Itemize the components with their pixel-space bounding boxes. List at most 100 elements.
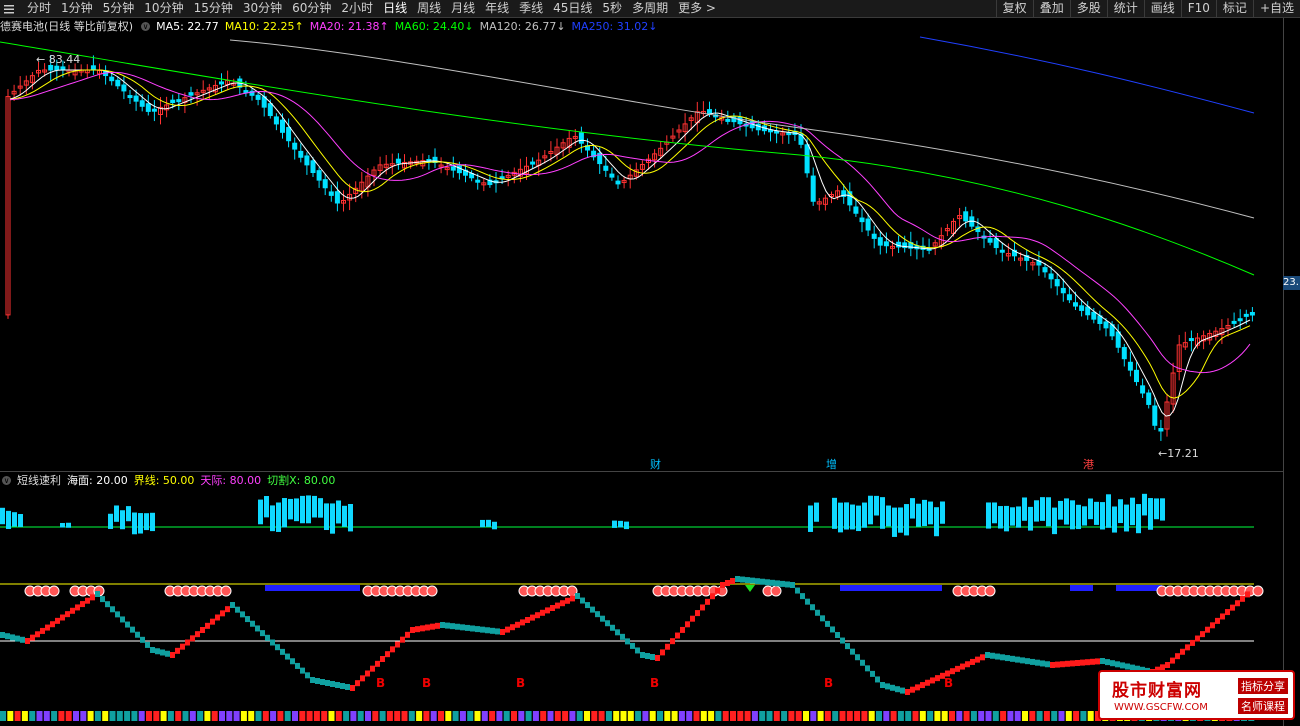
tab-period[interactable]: 月线 [446, 0, 480, 17]
candle-body [609, 173, 615, 178]
wave-segment [445, 622, 450, 629]
tab-period[interactable]: 30分钟 [238, 0, 287, 17]
tab-period[interactable]: 10分钟 [139, 0, 188, 17]
wave-segment [935, 675, 940, 682]
tab-period[interactable]: 60分钟 [287, 0, 336, 17]
strip-cell [219, 711, 225, 721]
strip-cell [240, 711, 247, 721]
tab-period[interactable]: 5分钟 [98, 0, 140, 17]
tab-period[interactable]: 季线 [514, 0, 548, 17]
wave-segment [490, 627, 495, 634]
wave-segment [955, 665, 960, 672]
wave-segment [1045, 661, 1050, 668]
strip-cell [211, 711, 218, 721]
wave-segment [820, 615, 825, 622]
wave-segment [620, 633, 625, 640]
toolbar-button[interactable]: F10 [1180, 0, 1216, 17]
wave-segment [545, 607, 550, 614]
collapse-icon[interactable]: ∨ [141, 21, 151, 31]
tab-period[interactable]: 周线 [412, 0, 446, 17]
candle-body [1054, 279, 1060, 287]
tab-period[interactable]: 多周期 [627, 0, 673, 17]
buy-signal: B [516, 676, 526, 690]
strip-cell [657, 711, 663, 721]
toolbar-button[interactable]: 标记 [1215, 0, 1253, 17]
watermark-banner[interactable]: 股市财富网 WWW.GSCFW.COM 指标分享 名师课程 [1098, 670, 1295, 720]
histogram-bar [342, 505, 347, 527]
wave-segment [1000, 654, 1005, 661]
wave-segment [785, 581, 790, 588]
wave-segment [725, 580, 730, 586]
menu-icon[interactable] [4, 3, 14, 14]
histogram-bar [12, 512, 17, 527]
histogram-bar [276, 502, 281, 532]
toolbar-button[interactable]: 叠加 [1032, 0, 1070, 17]
wave-segment [5, 633, 10, 640]
event-mark-finance[interactable]: 财 [650, 456, 661, 472]
buy-signal: B [376, 676, 386, 690]
wave-segment [365, 670, 370, 677]
candle-body [987, 238, 993, 243]
wave-segment [210, 618, 215, 625]
stock-title[interactable]: 德赛电池(日线 等比前复权) [0, 18, 133, 34]
strip-cell [803, 711, 809, 721]
tab-period[interactable]: 更多 > [673, 0, 721, 17]
tab-period[interactable]: 分时 [22, 0, 56, 17]
tab-period[interactable]: 日线 [378, 0, 412, 17]
wave-segment [100, 596, 105, 603]
event-mark-hk[interactable]: 港 [1083, 456, 1094, 472]
wave-segment [910, 686, 915, 693]
tab-period[interactable]: 15分钟 [189, 0, 238, 17]
wave-segment [255, 625, 260, 632]
candle-body [170, 99, 176, 104]
strip-cell [897, 711, 904, 721]
strip-cell [182, 711, 189, 721]
histogram-bar [1124, 504, 1129, 532]
chart-canvas[interactable]: ← 83.44 ←17.21 [0, 0, 1300, 726]
strip-cell [890, 711, 897, 721]
indicator-title[interactable]: 短线速利 [17, 472, 61, 488]
histogram-bar [492, 521, 497, 530]
candle-body [1188, 338, 1194, 342]
strip-cell [569, 711, 576, 721]
histogram-bar [132, 512, 137, 535]
signal-ball [984, 585, 996, 597]
candle-body [1060, 287, 1066, 294]
toolbar-button[interactable]: 多股 [1069, 0, 1107, 17]
histogram-bar [150, 512, 155, 532]
wave-segment [75, 604, 80, 611]
toolbar-button[interactable]: 统计 [1106, 0, 1144, 17]
wave-segment [765, 579, 770, 586]
wave-segment [205, 622, 210, 629]
signal-ball [770, 585, 782, 597]
collapse-icon[interactable]: ∨ [2, 475, 11, 485]
strip-cell [277, 711, 284, 721]
ma60-line [0, 41, 1255, 276]
strip-cell [1007, 711, 1014, 721]
wave-segment [345, 684, 350, 690]
strip-cell [730, 711, 736, 721]
watermark-title: 股市财富网 [1112, 681, 1202, 701]
wave-segment [1195, 635, 1200, 642]
strip-cell [226, 711, 233, 721]
wave-segment [235, 606, 240, 613]
histogram-bar [1094, 501, 1099, 525]
tab-period[interactable]: 年线 [480, 0, 514, 17]
event-mark-increase[interactable]: 增 [826, 456, 837, 472]
histogram-bar [336, 500, 341, 524]
candle-body [1249, 311, 1255, 316]
tab-period[interactable]: 5秒 [597, 0, 627, 17]
tab-period[interactable]: 2小时 [336, 0, 378, 17]
wave-segment [800, 593, 805, 600]
wave-segment [370, 665, 375, 672]
toolbar-button[interactable]: +自选 [1252, 0, 1300, 17]
toolbar-button[interactable]: 复权 [995, 0, 1033, 17]
candle-body [316, 170, 322, 181]
strip-cell [795, 711, 802, 721]
tab-period[interactable]: 45日线 [548, 0, 597, 17]
tab-period[interactable]: 1分钟 [56, 0, 98, 17]
toolbar-button[interactable]: 画线 [1143, 0, 1181, 17]
strip-cell [189, 711, 196, 721]
strip-cell [605, 711, 612, 721]
wave-segment [750, 577, 755, 584]
